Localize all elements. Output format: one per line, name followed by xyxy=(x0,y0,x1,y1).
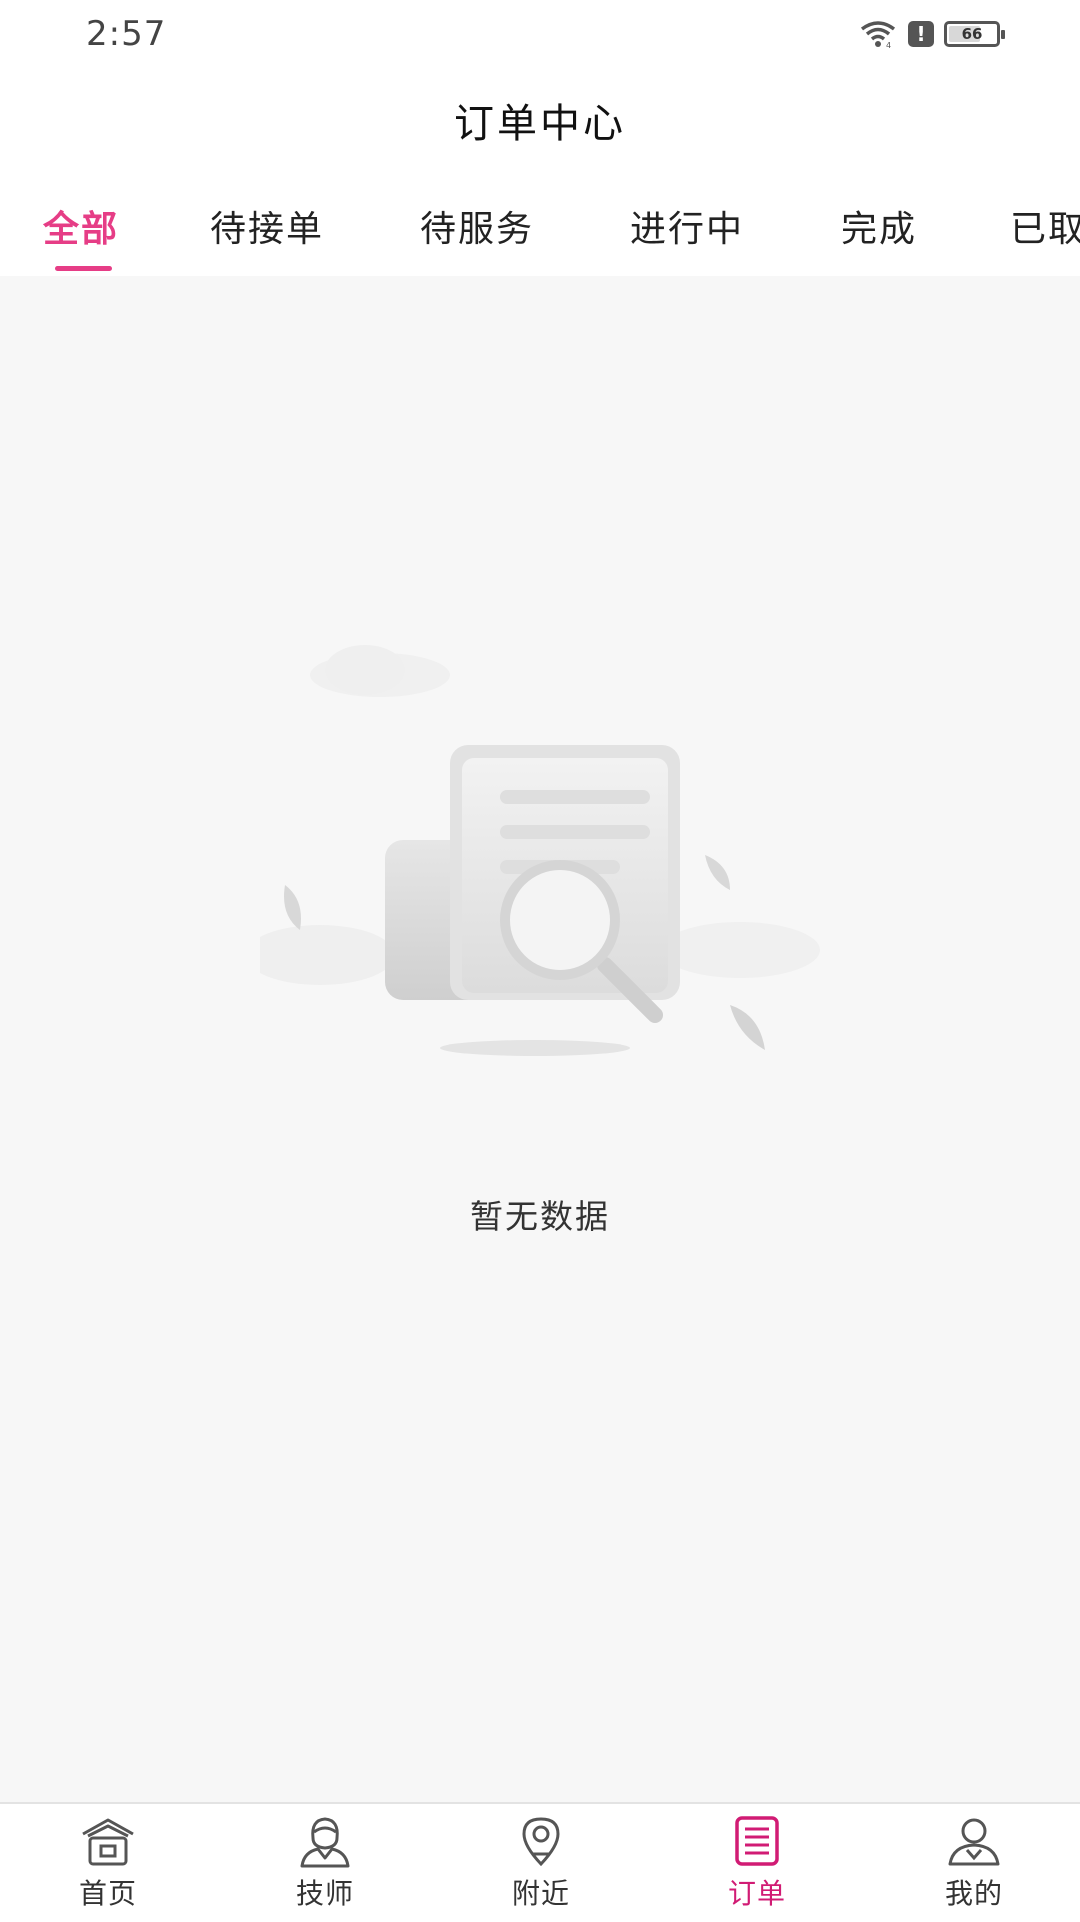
tab-pending-accept[interactable]: 待接单 xyxy=(210,200,324,252)
page-title: 订单中心 xyxy=(454,101,626,147)
nav-orders[interactable]: 订单 xyxy=(697,1814,817,1918)
status-icons: 4 ! 66 xyxy=(858,16,1005,52)
nav-profile[interactable]: 我的 xyxy=(914,1814,1034,1918)
nav-orders-label: 订单 xyxy=(727,1877,786,1910)
home-icon xyxy=(82,1818,134,1866)
nav-profile-label: 我的 xyxy=(944,1877,1003,1910)
empty-state-illustration xyxy=(245,630,820,1070)
nav-nearby[interactable]: 附近 xyxy=(481,1814,601,1918)
empty-document-search-icon xyxy=(245,645,820,1056)
status-time: 2:57 xyxy=(86,14,167,54)
order-list-icon xyxy=(735,1816,779,1866)
wifi-icon: 4 xyxy=(860,21,896,49)
sim-alert-icon: ! xyxy=(908,21,934,47)
profile-icon xyxy=(948,1818,1000,1866)
location-pin-icon xyxy=(522,1817,560,1867)
technician-icon xyxy=(300,1817,350,1868)
svg-text:4: 4 xyxy=(886,41,891,49)
empty-state-message: 暂无数据 xyxy=(470,1197,610,1236)
tab-in-progress[interactable]: 进行中 xyxy=(630,200,744,252)
active-tab-indicator xyxy=(55,266,112,271)
status-bar: 2:57 4 ! 66 xyxy=(0,0,1080,68)
order-tabs: 全部 待接单 待服务 进行中 完成 已取消 xyxy=(0,172,1080,276)
tab-cancelled[interactable]: 已取消 xyxy=(1010,200,1080,252)
nav-technician-label: 技师 xyxy=(295,1877,354,1910)
nav-home[interactable]: 首页 xyxy=(48,1814,168,1918)
battery-level: 66 xyxy=(961,25,983,43)
tab-completed[interactable]: 完成 xyxy=(841,200,917,252)
bottom-nav: 首页 技师 附近 订单 我的 xyxy=(0,1802,1080,1922)
battery-icon: 66 xyxy=(944,21,1005,47)
tab-pending-service[interactable]: 待服务 xyxy=(420,200,534,252)
nav-home-label: 首页 xyxy=(78,1877,137,1910)
nav-nearby-label: 附近 xyxy=(511,1877,570,1910)
nav-technician[interactable]: 技师 xyxy=(265,1814,385,1918)
header: 订单中心 xyxy=(0,68,1080,172)
tab-all[interactable]: 全部 xyxy=(43,200,119,252)
